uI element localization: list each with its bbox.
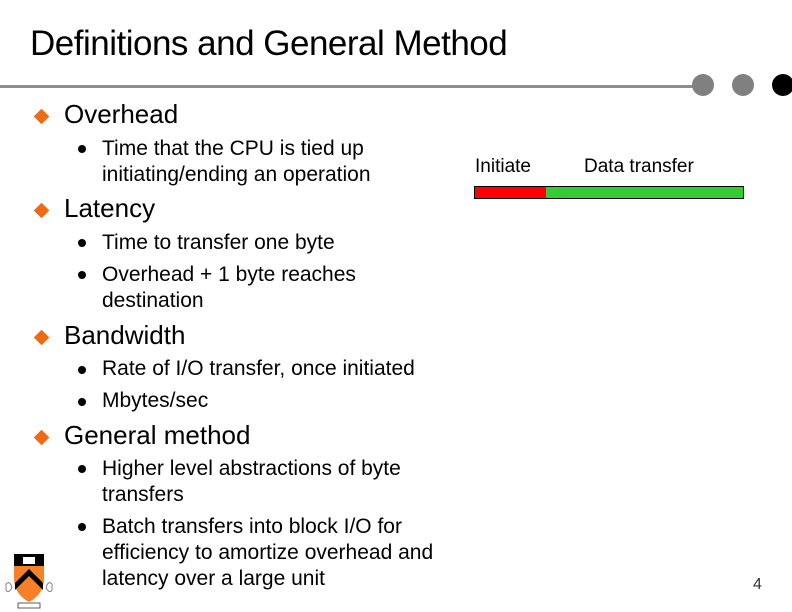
title-divider bbox=[0, 85, 700, 88]
diamond-bullet-icon bbox=[33, 329, 50, 346]
dot-bullet-icon bbox=[78, 398, 86, 406]
section-heading: Bandwidth bbox=[64, 320, 186, 350]
diamond-bullet-icon bbox=[33, 202, 50, 219]
diamond-bullet-icon bbox=[33, 429, 50, 446]
dot-bullet-icon bbox=[78, 239, 86, 247]
dot-bullet-icon bbox=[78, 271, 86, 279]
data-transfer-bar bbox=[546, 186, 744, 199]
diamond-bullet-icon bbox=[33, 108, 50, 125]
dot-bullet-icon bbox=[78, 465, 86, 473]
bullet-text: Overhead + 1 byte reaches destination bbox=[102, 263, 356, 312]
data-transfer-label: Data transfer bbox=[584, 156, 694, 177]
section-heading: Latency bbox=[64, 193, 156, 223]
bullet-text: Batch transfers into block I/O for effic… bbox=[102, 515, 434, 590]
bullet-text: Higher level abstractions of byte transf… bbox=[102, 457, 401, 506]
dot-bullet-icon bbox=[78, 523, 86, 531]
dot-bullet-icon bbox=[78, 366, 86, 374]
bullet-text: Time that the CPU is tied up initiating/… bbox=[102, 137, 371, 186]
bullet-text: Mbytes/sec bbox=[102, 389, 209, 412]
bullet-text: Rate of I/O transfer, once initiated bbox=[102, 357, 415, 380]
dot-bullet-icon bbox=[78, 145, 86, 153]
section-heading: Overhead bbox=[64, 99, 179, 129]
page-number: 4 bbox=[753, 576, 762, 593]
initiate-label: Initiate bbox=[475, 156, 531, 177]
decorative-dot-icon bbox=[732, 74, 754, 96]
initiate-bar bbox=[474, 186, 548, 199]
princeton-shield-icon bbox=[5, 554, 53, 609]
section-heading: General method bbox=[64, 420, 251, 450]
bullet-text: Time to transfer one byte bbox=[102, 231, 335, 254]
decorative-dot-icon bbox=[692, 74, 714, 96]
decorative-dot-icon bbox=[772, 74, 792, 96]
slide-title: Definitions and General Method bbox=[30, 24, 508, 63]
